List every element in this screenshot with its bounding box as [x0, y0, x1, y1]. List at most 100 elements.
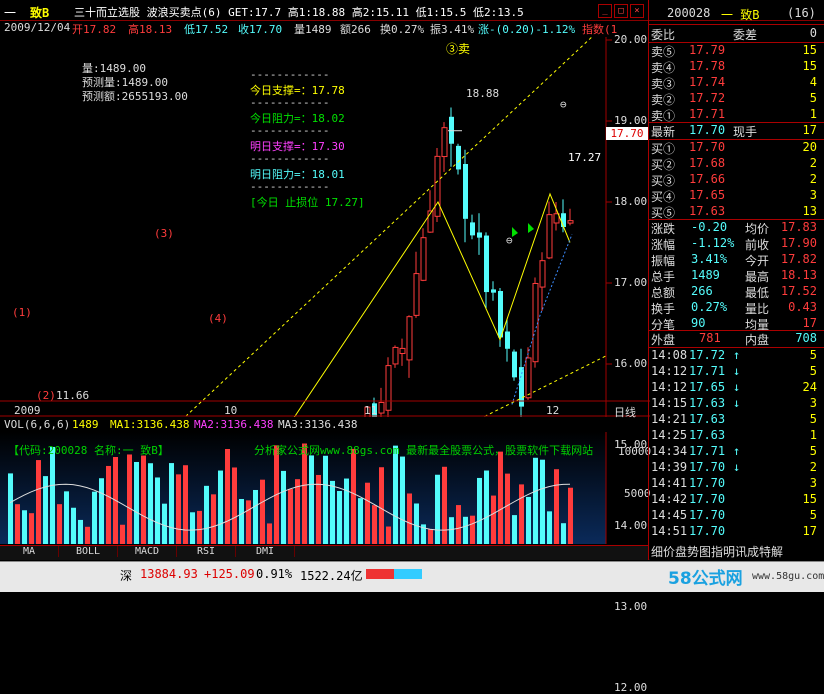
- tick-row: 14:39 17.70 ↓ 2: [649, 460, 824, 476]
- vol-ad-text[interactable]: 分析家公式网www.88gs.com 最新最全股票公式，股票软件下载网站: [254, 442, 593, 458]
- vol-code-label: 【代码:200028 名称:一 致B】: [8, 444, 169, 457]
- tick-time: 14:42: [651, 492, 688, 506]
- volume-bar: [169, 463, 174, 544]
- volume-bar: [190, 512, 195, 544]
- outer-value: 781: [699, 331, 721, 345]
- stat-value: 0.27%: [691, 300, 728, 314]
- candle: [406, 315, 413, 378]
- tab-ma[interactable]: MA: [0, 546, 59, 557]
- restore-icon[interactable]: □: [614, 4, 628, 18]
- volume-bar: [141, 455, 146, 544]
- panel-bottom-text[interactable]: 细价盘势图指明讯成特解: [651, 543, 783, 560]
- volume-bar: [400, 456, 405, 544]
- candle: [525, 347, 532, 400]
- tab-rsi[interactable]: RSI: [177, 546, 236, 557]
- volume-bar: [337, 491, 342, 544]
- vol-ma3: MA3:3136.438: [278, 418, 358, 431]
- stat-value-2: 0.43: [788, 300, 817, 314]
- minimize-icon[interactable]: _: [598, 4, 612, 18]
- stat-row: 振幅 3.41% 今开 17.82: [649, 252, 824, 268]
- bid-volume: 13: [802, 204, 817, 218]
- tab-dmi[interactable]: DMI: [236, 546, 295, 557]
- tick-price: 17.70: [689, 508, 726, 522]
- site-url[interactable]: www.58gu.com: [752, 571, 824, 582]
- ask-row: 卖⑤ 17.79 15: [649, 43, 824, 59]
- volume-bar: [428, 529, 433, 544]
- close-icon[interactable]: ×: [630, 4, 644, 18]
- volume-bar: [526, 496, 531, 544]
- volume-bar: [568, 487, 573, 544]
- volume-bar: [148, 463, 153, 544]
- tick-row: 14:25 17.63 1: [649, 428, 824, 444]
- stat-label: 涨跌: [651, 222, 676, 236]
- candle: [567, 208, 574, 226]
- candle: [449, 107, 454, 167]
- stock-name: 致B: [30, 6, 50, 20]
- bid-label: 买④: [651, 190, 676, 204]
- info-amount: 额266: [340, 23, 371, 36]
- tick-time: 14:45: [651, 508, 688, 522]
- ask-label: 卖②: [651, 93, 676, 107]
- tick-price: 17.70: [689, 492, 726, 506]
- ask-volume: 15: [802, 43, 817, 57]
- candle: [512, 349, 517, 381]
- panel-bottom-row: 细价盘势图指明讯成特解: [649, 543, 824, 559]
- stat-row: 总手 1489 最高 18.13: [649, 268, 824, 284]
- candle: [392, 345, 399, 368]
- site-logo[interactable]: 58公式网: [668, 564, 743, 589]
- ask-row: 卖③ 17.74 4: [649, 75, 824, 91]
- vol-y-tick-1: 5000: [624, 487, 651, 500]
- wave-label-2: (2): [36, 389, 56, 402]
- stat-value: 266: [691, 284, 713, 298]
- volume-bar: [456, 505, 461, 544]
- volume-header: VOL(6,6,6) 1489 MA1:3136.438 MA2:3136.43…: [0, 418, 648, 432]
- y-tick-3: 17.00: [614, 276, 648, 289]
- status-change: +125.09: [204, 567, 255, 581]
- volume-bar: [505, 473, 510, 544]
- volume-bar: [176, 474, 181, 544]
- stat-row: 涨跌 -0.20 均价 17.83: [649, 220, 824, 236]
- tick-time: 14:41: [651, 476, 688, 490]
- volume-bar: [197, 510, 202, 544]
- candle: [434, 147, 441, 222]
- tick-price: 17.63: [689, 428, 726, 442]
- y-tick-1: 19.00: [614, 114, 648, 127]
- ask-volume: 1: [809, 107, 817, 121]
- stat-value: -0.20: [691, 220, 728, 234]
- volume-bar: [225, 449, 230, 544]
- stat-value-2: 17.83: [780, 220, 817, 234]
- stat-row: 换手 0.27% 量比 0.43: [649, 300, 824, 316]
- volume-bar: [302, 443, 307, 544]
- status-bar: 深 13884.93 +125.09 0.91% 1522.24亿 58公式网 …: [0, 561, 824, 592]
- info-low: 低17.52: [184, 23, 229, 36]
- volume-bar: [36, 460, 41, 544]
- stat-label-2: 前收: [745, 238, 770, 252]
- candle: [519, 348, 524, 417]
- tab-macd[interactable]: MACD: [118, 546, 177, 557]
- stat-value-2: 17.82: [780, 252, 817, 266]
- bid-price: 17.65: [689, 188, 726, 202]
- volume-bar: [540, 459, 545, 544]
- x-tick-2: 11: [364, 404, 378, 417]
- ask-row: 卖② 17.72 5: [649, 91, 824, 107]
- latest-vol: 17: [802, 123, 817, 137]
- index-button[interactable]: 指数(1: [582, 21, 617, 37]
- ask-volume: 15: [802, 59, 817, 73]
- x-tick-3: 12: [546, 404, 560, 417]
- vol-value: 1489: [72, 418, 99, 431]
- menu-char[interactable]: 一: [4, 4, 16, 21]
- bid-price: 17.66: [689, 172, 726, 186]
- volume-bar: [470, 515, 475, 544]
- x-tick-0: 2009: [14, 404, 41, 417]
- volume-bar: [393, 445, 398, 544]
- tab-boll[interactable]: BOLL: [59, 546, 118, 557]
- info-high: 高18.13: [128, 23, 173, 36]
- volume-bar: [561, 523, 566, 544]
- tick-arrow: ↓: [733, 460, 741, 474]
- stat-value: 3.41%: [691, 252, 728, 266]
- bid-volume: 2: [809, 172, 817, 186]
- y-tick-8: 12.00: [614, 681, 648, 694]
- wave-label-4: (4): [208, 312, 228, 325]
- ask-price: 17.78: [689, 59, 726, 73]
- label-1727: 17.27: [568, 151, 602, 164]
